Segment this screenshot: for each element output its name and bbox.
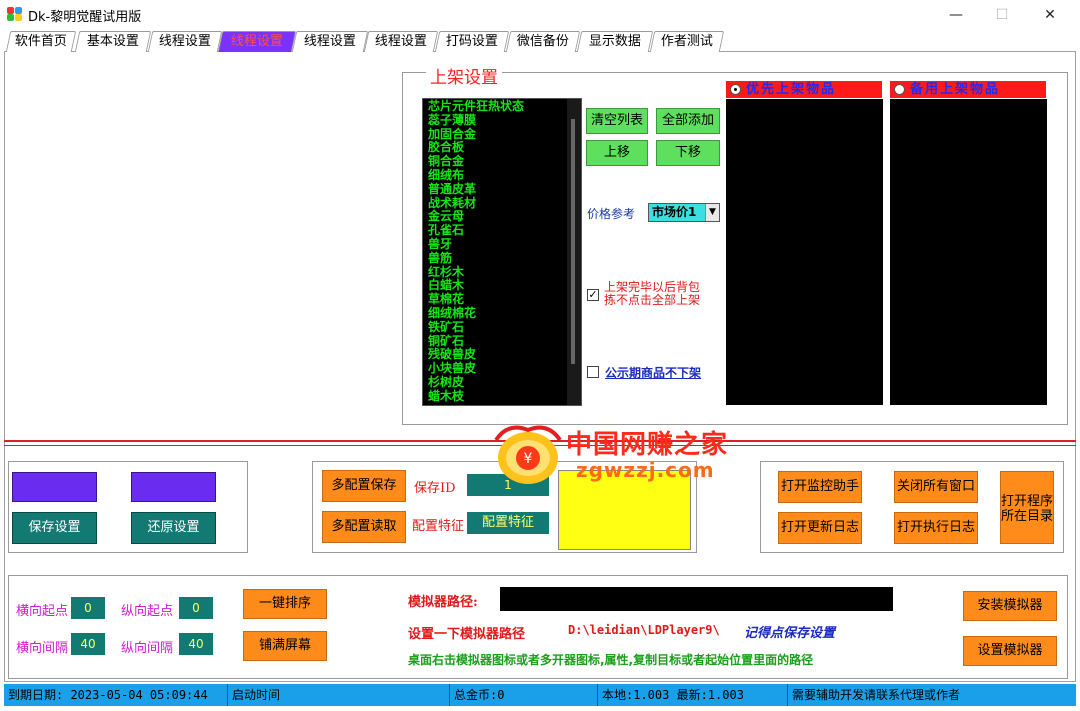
price-ref-value: 市场价1	[652, 205, 697, 219]
total-gold: 总金币:0	[450, 684, 598, 706]
add-all-button[interactable]: 全部添加	[656, 108, 720, 134]
shelf-item[interactable]: 兽筋	[428, 251, 581, 266]
shelf-item[interactable]: 蕊子薄膜	[428, 113, 581, 128]
close-button[interactable]: ✕	[1030, 4, 1070, 26]
tab-basic-settings[interactable]: 基本设置	[74, 31, 152, 52]
close-all-windows-button[interactable]: 关闭所有窗口	[894, 471, 978, 503]
shelf-item[interactable]: 孔雀石	[428, 223, 581, 238]
chevron-down-icon: ▼	[705, 204, 719, 221]
start-time: 启动时间	[228, 684, 450, 706]
priority-radio[interactable]	[730, 84, 741, 95]
status-bar: 到期日期: 2023-05-04 05:09:44 启动时间 总金币:0 本地:…	[4, 684, 1076, 706]
v-gap-label: 纵向间隔	[121, 641, 174, 656]
tab-strip: 软件首页 基本设置 线程设置 线程设置 线程设置 线程设置 打码设置 微信备份 …	[4, 30, 1076, 52]
fill-screen-button[interactable]: 铺满屏幕	[243, 631, 327, 661]
tab-thread-settings-2[interactable]: 线程设置	[217, 31, 297, 52]
shelf-items-list[interactable]: 芯片元件狂热状态 蕊子薄膜 加固合金 胶合板 铜合金 细绒布 普通皮革 战术耗材 金云母 孔雀石兽…	[422, 98, 582, 406]
install-emulator-button[interactable]: 安装模拟器	[963, 591, 1057, 621]
save-id-label: 保存ID	[414, 481, 456, 496]
app-icon	[7, 7, 23, 21]
contact-info: 需要辅助开发请联系代理或作者	[792, 688, 961, 702]
emulator-path-label: 模拟器路径:	[408, 595, 478, 610]
multi-config-save-button[interactable]: 多配置保存	[322, 470, 406, 502]
shelf-settings-title: 上架设置	[426, 63, 502, 88]
shelf-item[interactable]: 小块兽皮	[428, 361, 581, 376]
feature-label: 配置特征	[412, 519, 465, 534]
shelf-item[interactable]: 草棉花	[428, 292, 581, 307]
purple-button-1[interactable]	[12, 472, 97, 502]
remember-hint: 记得点保存设置	[744, 626, 836, 641]
save-settings-button[interactable]: 保存设置	[12, 512, 97, 544]
auto-shelf-label: 上架完毕以后背包 拣不点击全部上架	[604, 280, 701, 307]
h-start-label: 横向起点	[16, 604, 69, 619]
version-info: 本地:1.003 最新:1.003	[598, 684, 788, 706]
title-bar: Dk-黎明觉醒试用版 — ☐ ✕	[0, 0, 1080, 30]
no-unshelf-checkbox[interactable]	[587, 366, 599, 378]
backup-header[interactable]: 备用上架物品	[890, 81, 1046, 98]
list-scrollbar[interactable]	[567, 99, 581, 405]
move-down-button[interactable]: 下移	[656, 140, 720, 166]
maximize-button[interactable]: ☐	[982, 4, 1022, 26]
clear-list-button[interactable]: 清空列表	[586, 108, 648, 134]
example-path: D:\leidian\LDPlayer9\	[568, 623, 720, 637]
tab-thread-settings-3[interactable]: 线程设置	[291, 31, 369, 52]
shelf-item[interactable]: 蜡木枝	[428, 389, 581, 404]
v-start-label: 纵向起点	[121, 604, 174, 619]
backup-radio[interactable]	[894, 84, 905, 95]
backup-items-list[interactable]	[890, 99, 1047, 405]
v-gap-input[interactable]: 40	[179, 633, 213, 655]
shelf-item[interactable]: 细绒棉花	[428, 306, 581, 321]
feature-input[interactable]: 配置特征	[467, 512, 549, 534]
shelf-item[interactable]: 兽牙	[428, 237, 581, 252]
shelf-item[interactable]: 铁矿石	[428, 320, 581, 335]
watermark-url: zgwzzj.com	[576, 458, 715, 482]
v-start-input[interactable]: 0	[179, 597, 213, 619]
shelf-item[interactable]: 普通皮革	[428, 182, 581, 197]
svg-text:¥: ¥	[524, 451, 533, 467]
minimize-button[interactable]: —	[936, 4, 976, 26]
priority-header[interactable]: 优先上架物品	[726, 81, 882, 98]
h-gap-input[interactable]: 40	[71, 633, 105, 655]
set-path-hint: 设置一下模拟器路径	[408, 627, 526, 642]
watermark-title: 中国网赚之家	[566, 430, 729, 460]
open-program-dir-button[interactable]: 打开程序 所在目录	[1000, 471, 1054, 544]
tab-thread-settings-1[interactable]: 线程设置	[147, 31, 223, 52]
price-ref-select[interactable]: 市场价1 ▼	[648, 203, 720, 222]
open-monitor-button[interactable]: 打开监控助手	[778, 471, 862, 503]
shelf-item[interactable]: 杉树皮	[428, 375, 581, 390]
priority-items-list[interactable]	[726, 99, 883, 405]
price-ref-label: 价格参考	[587, 207, 636, 221]
purple-button-2[interactable]	[131, 472, 216, 502]
open-update-log-button[interactable]: 打开更新日志	[778, 512, 862, 544]
tab-author-test[interactable]: 作者测试	[649, 31, 725, 52]
h-start-input[interactable]: 0	[71, 597, 105, 619]
tab-wechat-backup[interactable]: 微信备份	[505, 31, 581, 52]
one-click-sort-button[interactable]: 一键排序	[243, 589, 327, 619]
desktop-hint: 桌面右击模拟器图标或者多开器图标,属性,复制目标或者起始位置里面的路径	[408, 653, 814, 667]
h-gap-label: 横向间隔	[16, 641, 69, 656]
tab-home[interactable]: 软件首页	[5, 31, 77, 52]
tab-thread-settings-4[interactable]: 线程设置	[363, 31, 439, 52]
watermark-logo-icon: ¥	[494, 425, 562, 484]
multi-config-load-button[interactable]: 多配置读取	[322, 511, 406, 543]
watermark: ¥ 中国网赚之家 zgwzzj.com	[488, 418, 728, 490]
expiry-date: 到期日期: 2023-05-04 05:09:44	[4, 684, 228, 706]
tab-display-data[interactable]: 显示数据	[576, 31, 654, 52]
tab-captcha-settings[interactable]: 打码设置	[434, 31, 510, 52]
shelf-item[interactable]: 芯片元件狂热状态	[428, 99, 581, 114]
emulator-path-input[interactable]	[500, 587, 893, 611]
restore-settings-button[interactable]: 还原设置	[131, 512, 216, 544]
shelf-item[interactable]: 细绒布	[428, 168, 581, 183]
move-up-button[interactable]: 上移	[586, 140, 648, 166]
set-emulator-button[interactable]: 设置模拟器	[963, 636, 1057, 666]
open-exec-log-button[interactable]: 打开执行日志	[894, 512, 978, 544]
window-title: Dk-黎明觉醒试用版	[28, 10, 142, 25]
shelf-item[interactable]: 铜合金	[428, 154, 581, 169]
auto-shelf-checkbox[interactable]: ✓	[587, 289, 599, 301]
no-unshelf-label: 公示期商品不下架	[605, 366, 702, 380]
